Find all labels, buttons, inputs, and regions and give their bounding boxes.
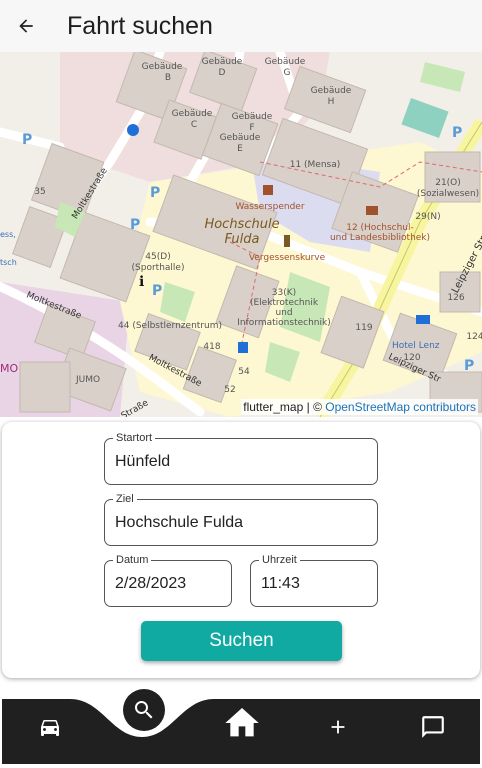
search-button[interactable]: Suchen [141, 621, 342, 661]
monument-icon [284, 235, 290, 247]
map-label-52: 52 [224, 385, 235, 395]
nav-item-add[interactable] [318, 707, 358, 747]
time-value: 11:43 [261, 575, 300, 592]
home-icon [225, 708, 259, 737]
map-label-mensa: 11 (Mensa) [290, 160, 341, 170]
svg-text:P: P [452, 125, 462, 141]
app-bar: Fahrt suchen [0, 0, 482, 52]
map-label-418: 418 [203, 342, 220, 352]
attribution-text: flutter_map | © [243, 400, 326, 414]
map-label-hotel-lenz: Hotel Lenz [392, 341, 440, 351]
start-location-value: Hünfeld [115, 453, 171, 470]
map-label-126: 126 [447, 293, 464, 303]
water-icon [263, 185, 273, 195]
map-label-tsch: tsch [0, 258, 17, 267]
date-label: Datum [113, 553, 152, 567]
back-button[interactable] [0, 0, 52, 52]
map-label-124: 124 [466, 332, 482, 342]
map-view[interactable]: P P P P P P Gebäude B Gebäude D Gebäude G G… [0, 52, 482, 417]
bottom-navigation [2, 689, 480, 764]
svg-text:P: P [130, 217, 140, 233]
destination-label: Ziel [113, 492, 137, 506]
destination-value: Hochschule Fulda [115, 514, 244, 531]
page-title: Fahrt suchen [67, 11, 213, 40]
date-field[interactable]: Datum 2/28/2023 [104, 553, 232, 607]
map-label-35: 35 [34, 187, 45, 197]
nav-item-rides[interactable] [30, 707, 70, 747]
charging-station-icon [238, 342, 248, 353]
nav-item-search[interactable] [123, 689, 165, 731]
map-label-mo: MO [0, 362, 18, 375]
map-label-119: 119 [355, 323, 372, 333]
time-label: Uhrzeit [259, 553, 300, 567]
library-icon [366, 206, 378, 215]
arrow-back-icon [19, 19, 33, 33]
map-label-29n: 29(N) [415, 212, 440, 222]
map-label-wasserspender: Wasserspender [235, 202, 304, 212]
map-label-vergessenskurve: Vergessenskurve [249, 253, 326, 263]
nav-item-chat[interactable] [413, 707, 453, 747]
map-label-selbstlernzentrum: 44 (Selbstlernzentrum) [118, 321, 222, 331]
start-location-field[interactable]: Startort Hünfeld [104, 431, 378, 485]
map-label-54: 54 [238, 367, 250, 377]
destination-field[interactable]: Ziel Hochschule Fulda [104, 492, 378, 546]
map-label-jumo: JUMO [75, 375, 100, 385]
svg-text:P: P [152, 283, 162, 299]
search-icon [135, 701, 153, 719]
fuel-station-icon [127, 124, 139, 136]
search-form-card: Startort Hünfeld Ziel Hochschule Fulda D… [2, 422, 480, 678]
svg-text:P: P [150, 185, 160, 201]
hotel-icon [416, 315, 430, 324]
car-icon [41, 720, 59, 736]
add-icon [331, 720, 345, 734]
svg-text:P: P [22, 132, 32, 148]
info-icon: ℹ [139, 274, 144, 290]
svg-text:P: P [464, 358, 474, 374]
nav-item-home[interactable] [220, 701, 264, 745]
map-attribution: flutter_map | © OpenStreetMap contributo… [241, 399, 478, 415]
osm-contributors-link[interactable]: OpenStreetMap contributors [325, 400, 476, 414]
start-location-label: Startort [113, 431, 156, 445]
chat-icon [422, 716, 444, 738]
date-value: 2/28/2023 [115, 575, 187, 592]
time-field[interactable]: Uhrzeit 11:43 [250, 553, 378, 607]
map-label-ess: ess, [0, 230, 16, 239]
